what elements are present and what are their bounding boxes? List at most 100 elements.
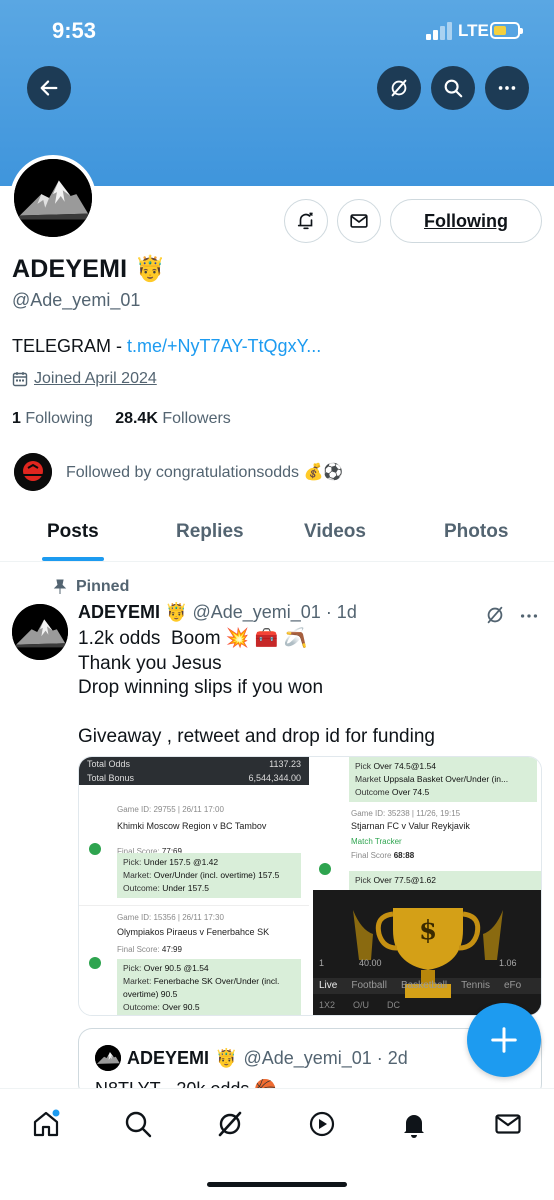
mountain-avatar-image: [14, 159, 92, 237]
plus-icon: [491, 1027, 517, 1053]
crown-emoji: 🤴: [134, 255, 166, 283]
grok-button[interactable]: [377, 66, 421, 110]
tab-videos[interactable]: Videos: [304, 521, 366, 543]
notifications-button[interactable]: [284, 199, 328, 243]
search-icon: [125, 1111, 152, 1138]
back-button[interactable]: [27, 66, 71, 110]
quote-handle-time: @Ade_yemi_01 · 2d: [243, 1047, 408, 1068]
following-count-link[interactable]: 1 Following: [12, 410, 93, 427]
follower-avatar: [14, 453, 52, 491]
compose-post-button[interactable]: [467, 1003, 541, 1077]
grok-icon: [487, 606, 503, 624]
grok-icon: [218, 1111, 242, 1137]
joined-date: Joined April 2024: [12, 370, 157, 388]
rt-final: Final Score 68:88: [351, 851, 415, 860]
cellular-signal-icon: [426, 22, 452, 40]
pinned-text: Pinned: [76, 578, 130, 595]
post-media-grid[interactable]: Total Odds 1137.23 Total Bonus 6,544,344.0…: [78, 756, 542, 1016]
tab-photos[interactable]: Photos: [444, 521, 508, 543]
profile-handle: @Ade_yemi_01: [12, 290, 141, 310]
tab-posts[interactable]: Posts: [47, 521, 99, 543]
post-author-avatar[interactable]: [12, 604, 68, 660]
post-header: ADEYEMI 🤴 @Ade_yemi_01 · 1d: [78, 602, 357, 623]
pin-icon: [53, 579, 67, 594]
quote-author-avatar: [95, 1045, 121, 1071]
game1-details: Pick: Under 157.5 @1.42 Market: Over/Und…: [79, 853, 309, 898]
network-type: LTE: [458, 21, 489, 40]
rt-match-tracker: Match Tracker: [351, 837, 402, 846]
home-indicator: [207, 1182, 347, 1187]
followed-by-text: Followed by congratulationsodds 💰⚽: [66, 464, 344, 481]
bio-text: TELEGRAM -: [12, 336, 128, 356]
post-handle-time: @Ade_yemi_01 · 1d: [192, 602, 357, 622]
post-author-name[interactable]: ADEYEMI: [78, 602, 160, 622]
more-icon: [520, 614, 538, 618]
game2-teams: Olympiakos Piraeus v Fenerbahce SK: [117, 927, 270, 937]
rt-game-id: Game ID: 35238 | 11/26, 19:15: [351, 809, 461, 818]
envelope-icon: [350, 214, 368, 228]
game2-final: Final Score: 47:99: [117, 945, 182, 954]
calendar-icon: [12, 372, 28, 387]
media-betslip-right[interactable]: Pick Over 74.5@1.54 Market Uppsala Baske…: [313, 757, 541, 890]
trophy-icon: [313, 890, 541, 1015]
nav-notifications[interactable]: [399, 1109, 429, 1139]
joined-text[interactable]: Joined April 2024: [34, 370, 157, 388]
following-button[interactable]: Following: [390, 199, 542, 243]
battery-icon: [490, 22, 523, 39]
follow-counts: 1 Following 28.4K Followers: [12, 410, 231, 428]
app-sport-menu: Live Football Basketball Tennis eFo: [319, 980, 522, 991]
nav-messages[interactable]: [493, 1109, 523, 1139]
followers-count-link[interactable]: 28.4K Followers: [115, 410, 231, 427]
tab-replies[interactable]: Replies: [176, 521, 244, 543]
profile-avatar[interactable]: [10, 155, 96, 241]
nav-videos[interactable]: [307, 1109, 337, 1139]
search-button[interactable]: [431, 66, 475, 110]
nav-search[interactable]: [123, 1109, 153, 1139]
quote-author-name: ADEYEMI: [127, 1047, 210, 1068]
nav-grok[interactable]: [215, 1109, 245, 1139]
search-icon: [444, 79, 463, 98]
total-bonus-bar: Total Bonus 6,544,344.00: [79, 771, 309, 785]
messages-envelope-icon: [495, 1114, 521, 1134]
more-button[interactable]: [485, 66, 529, 110]
rt-pick-box: Pick Over 74.5@1.54 Market Uppsala Baske…: [349, 757, 537, 802]
media-trophy-image[interactable]: $ 1 40.00 1.06 Live Football Basketball …: [313, 890, 541, 1015]
message-button[interactable]: [337, 199, 381, 243]
home-icon: [33, 1109, 60, 1137]
mountain-avatar-image: [12, 604, 68, 660]
status-bar: 9:53 LTE: [0, 0, 554, 60]
game2-id: Game ID: 15356 | 26/11 17:30: [117, 913, 224, 922]
active-tab-indicator: [42, 557, 104, 561]
win-check-icon: [319, 863, 331, 875]
status-time: 9:53: [52, 18, 97, 43]
total-odds-bar: Total Odds 1137.23: [79, 757, 309, 771]
crown-emoji: 🤴: [215, 1047, 238, 1068]
media-betslip-left[interactable]: Total Odds 1137.23 Total Bonus 6,544,344.0…: [79, 757, 309, 1015]
post-text: 1.2k odds Boom 💥 🧰 🪃 Thank you Jesus Dro…: [78, 628, 435, 747]
grok-icon: [391, 79, 407, 97]
odds-mid: 40.00: [359, 958, 382, 968]
profile-bio: TELEGRAM - t.me/+NyT7AY-TtQgxY...: [12, 336, 321, 357]
game1-teams: Khimki Moscow Region v BC Tambov: [117, 821, 267, 831]
game1-id: Game ID: 29755 | 26/11 17:00: [117, 805, 224, 814]
trophy-symbol: $: [419, 916, 438, 946]
followed-by-row[interactable]: Followed by congratulationsodds 💰⚽: [14, 452, 343, 492]
back-arrow-icon: [40, 80, 58, 96]
pinned-label: Pinned: [52, 578, 129, 596]
profile-tabs: Posts Replies Videos Photos: [0, 506, 554, 562]
odds-left: 1: [319, 958, 325, 968]
quote-header: ADEYEMI 🤴 @Ade_yemi_01 · 2d: [95, 1045, 408, 1071]
bio-telegram-link[interactable]: t.me/+NyT7AY-TtQgxY...: [127, 336, 321, 356]
rt-teams: Stjarnan FC v Valur Reykjavik: [351, 821, 470, 831]
post-grok-button[interactable]: [484, 604, 506, 631]
odds-right: 1.06: [499, 958, 517, 968]
app-bottom-menu: 1X2 O/U DC: [319, 1000, 401, 1010]
video-play-icon: [309, 1111, 335, 1137]
post-more-button[interactable]: [518, 605, 540, 632]
profile-name-text: ADEYEMI: [12, 255, 128, 283]
nav-home[interactable]: [31, 1109, 61, 1139]
crown-emoji: 🤴: [165, 602, 188, 622]
more-icon: [498, 86, 516, 90]
profile-name: ADEYEMI 🤴: [12, 255, 166, 284]
rt-pick2: Pick Over 77.5@1.62: [349, 871, 541, 890]
